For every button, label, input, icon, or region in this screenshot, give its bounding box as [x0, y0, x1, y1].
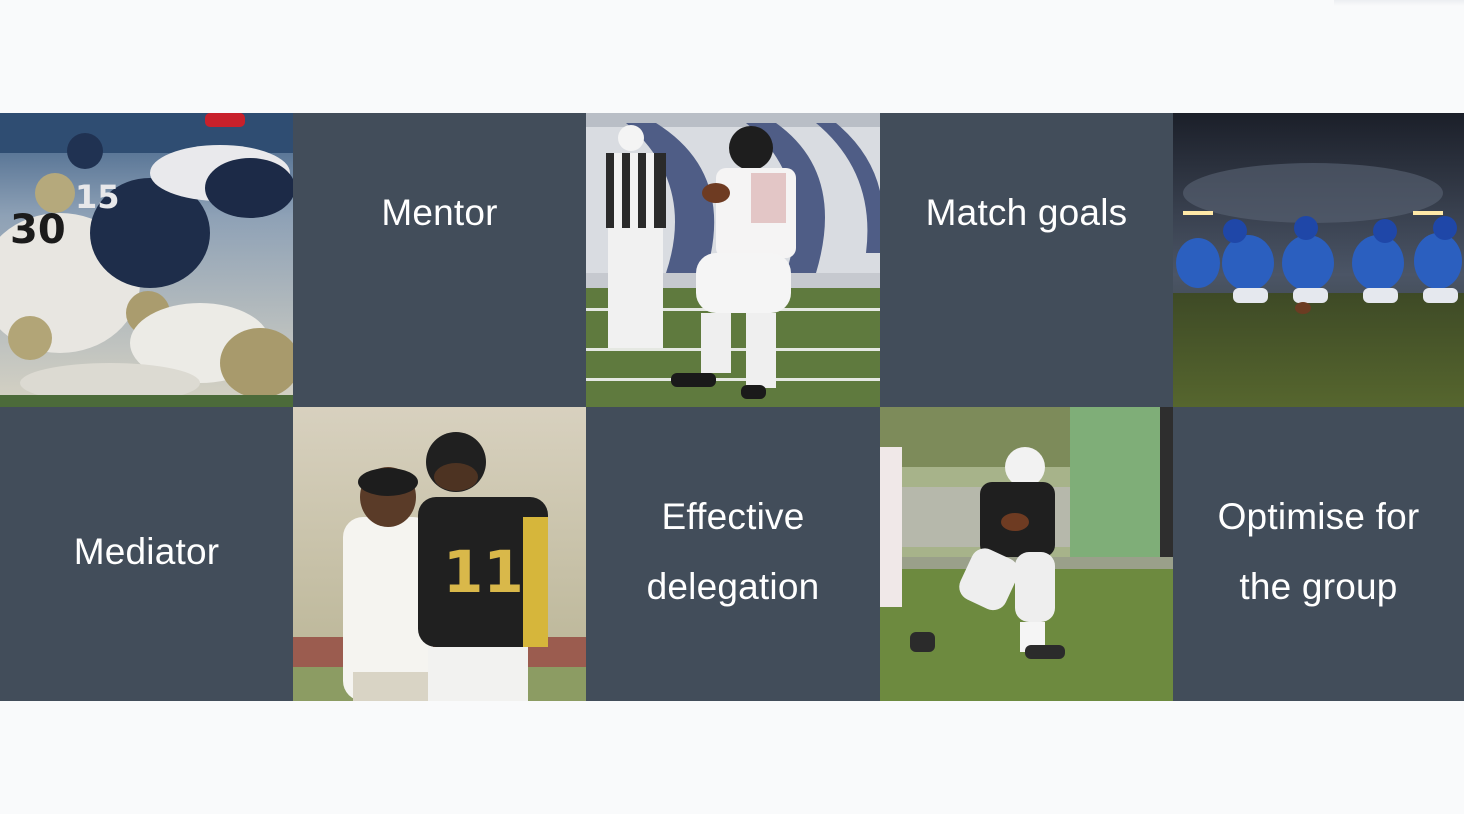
match-goals-label: Match goals	[925, 192, 1128, 233]
mediator-tile: Mediator	[0, 407, 293, 701]
optimise-group-tile: Optimise for the group	[1173, 407, 1464, 701]
effective-delegation-label: Effective delegation	[646, 496, 820, 607]
svg-text:11: 11	[443, 538, 524, 606]
tile-grid: 30 15 Mentor Match goals Mediator 11 Eff…	[0, 113, 1464, 701]
mentor-tile: Mentor	[293, 113, 586, 407]
match-goals-tile: Match goals	[880, 113, 1173, 407]
mediator-label: Mediator	[73, 531, 220, 572]
quarterback-referee-photo	[586, 113, 880, 407]
effective-delegation-tile: Effective delegation	[586, 407, 880, 701]
mentor-label: Mentor	[381, 192, 498, 233]
youth-runner-photo	[880, 407, 1173, 701]
coach-player-photo: 11	[293, 407, 586, 701]
slide-page: 30 15 Mentor Match goals Mediator 11 Eff…	[0, 0, 1464, 814]
svg-text:15: 15	[75, 178, 120, 216]
optimise-group-label: Optimise for the group	[1217, 496, 1420, 607]
football-pileup-photo: 30 15	[0, 113, 293, 407]
top-edge-shadow	[1334, 0, 1464, 6]
svg-text:30: 30	[10, 207, 66, 253]
lineup-night-photo	[1173, 113, 1464, 407]
